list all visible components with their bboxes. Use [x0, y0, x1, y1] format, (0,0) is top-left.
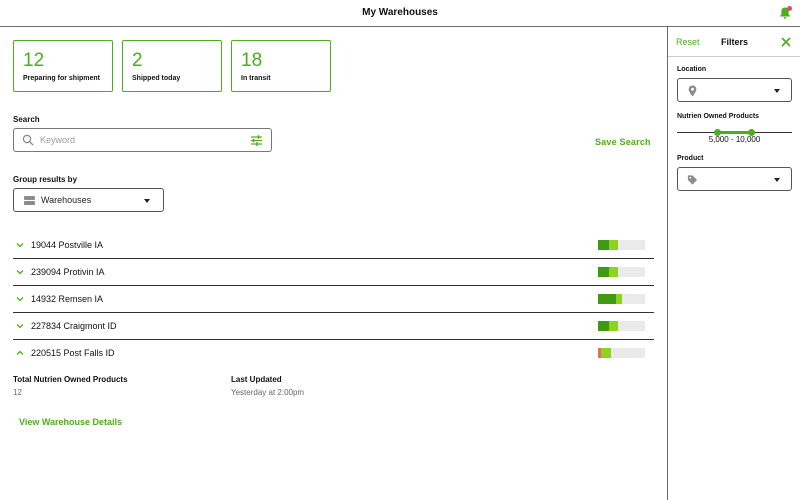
last-updated-value: Yesterday at 2:00pm — [231, 388, 305, 397]
filter-settings-icon[interactable] — [250, 134, 263, 147]
inventory-bar — [598, 240, 645, 250]
warehouse-row[interactable]: 19044 Postville IA — [13, 232, 654, 259]
stat-value: 12 — [23, 50, 45, 71]
stat-label: In transit — [241, 75, 271, 82]
stat-label: Preparing for shipment — [23, 75, 101, 82]
warehouse-row[interactable]: 14932 Remsen IA — [13, 286, 654, 313]
search-placeholder: Keyword — [40, 135, 76, 145]
warehouse-list: 19044 Postville IA 239094 Protivin IA 14… — [13, 232, 654, 367]
stat-label: Shipped today — [132, 75, 181, 82]
warehouse-name: 220515 Post Falls ID — [31, 348, 115, 358]
owned-products-range-value: 5,000 - 10,000 — [708, 135, 761, 144]
location-pin-icon — [688, 85, 697, 97]
filters-title: Filters — [721, 37, 749, 47]
group-by-select[interactable]: Warehouses — [13, 188, 164, 212]
filters-panel: Reset Filters Location Nutrien Owned Pro… — [667, 27, 800, 500]
notification-bell-icon[interactable] — [778, 6, 792, 20]
chevron-down-icon — [774, 178, 780, 182]
top-bar: My Warehouses — [0, 0, 800, 27]
warehouse-name: 14932 Remsen IA — [31, 294, 104, 304]
owned-products-label: Nutrien Owned Products — [677, 113, 760, 120]
warehouse-row-expanded[interactable]: 220515 Post Falls ID — [13, 340, 654, 367]
inventory-bar — [598, 321, 645, 331]
close-icon[interactable] — [780, 36, 792, 48]
notification-dot — [787, 6, 792, 11]
warehouse-icon — [24, 196, 35, 205]
inventory-bar — [598, 294, 645, 304]
inventory-bar-segment-secondary — [615, 294, 622, 304]
page-title: My Warehouses — [362, 7, 438, 18]
stat-card-preparing[interactable]: 12 Preparing for shipment — [13, 40, 113, 92]
chevron-down-icon — [774, 89, 780, 93]
inventory-bar-segment-primary — [598, 240, 609, 250]
inventory-bar-segment-primary — [598, 294, 616, 304]
search-icon — [22, 134, 34, 146]
inventory-bar-segment-primary — [598, 321, 609, 331]
save-search-button[interactable]: Save Search — [595, 137, 651, 147]
chevron-down-icon[interactable] — [16, 322, 24, 330]
inventory-bar-segment-secondary — [600, 348, 611, 358]
total-owned-value: 12 — [13, 388, 22, 397]
warehouse-name: 19044 Postville IA — [31, 240, 104, 250]
chevron-down-icon — [144, 199, 150, 203]
inventory-bar-segment-secondary — [608, 240, 618, 250]
warehouse-name: 239094 Protivin IA — [31, 267, 105, 277]
warehouse-name: 227834 Craigmont ID — [31, 321, 117, 331]
chevron-up-icon[interactable] — [16, 349, 24, 357]
chevron-down-icon[interactable] — [16, 295, 24, 303]
inventory-bar-segment-secondary — [608, 267, 618, 277]
inventory-bar — [598, 267, 645, 277]
location-select[interactable] — [677, 78, 792, 102]
warehouse-row[interactable]: 239094 Protivin IA — [13, 259, 654, 286]
total-owned-label: Total Nutrien Owned Products — [13, 375, 128, 384]
location-label: Location — [677, 66, 707, 73]
warehouse-row[interactable]: 227834 Craigmont ID — [13, 313, 654, 340]
inventory-bar-segment-secondary — [608, 321, 618, 331]
tag-icon — [687, 175, 698, 185]
group-by-label: Group results by — [13, 175, 78, 184]
main-content: 12 Preparing for shipment 2 Shipped toda… — [0, 27, 667, 500]
chevron-down-icon[interactable] — [16, 268, 24, 276]
stat-value: 2 — [132, 50, 143, 71]
stat-card-shipped[interactable]: 2 Shipped today — [122, 40, 222, 92]
view-warehouse-details-link[interactable]: View Warehouse Details — [19, 417, 122, 427]
last-updated-label: Last Updated — [231, 375, 282, 384]
slider-range-fill — [717, 131, 752, 134]
group-by-value: Warehouses — [41, 195, 92, 205]
chevron-down-icon[interactable] — [16, 241, 24, 249]
inventory-bar — [598, 348, 645, 358]
search-input[interactable]: Keyword — [13, 128, 272, 152]
stat-card-in-transit[interactable]: 18 In transit — [231, 40, 331, 92]
search-label: Search — [13, 115, 40, 124]
product-select[interactable] — [677, 167, 792, 191]
inventory-bar-segment-primary — [598, 267, 609, 277]
stat-value: 18 — [241, 50, 263, 71]
reset-filters-button[interactable]: Reset — [676, 37, 700, 47]
filters-header: Reset Filters — [668, 27, 800, 57]
product-label: Product — [677, 155, 704, 162]
